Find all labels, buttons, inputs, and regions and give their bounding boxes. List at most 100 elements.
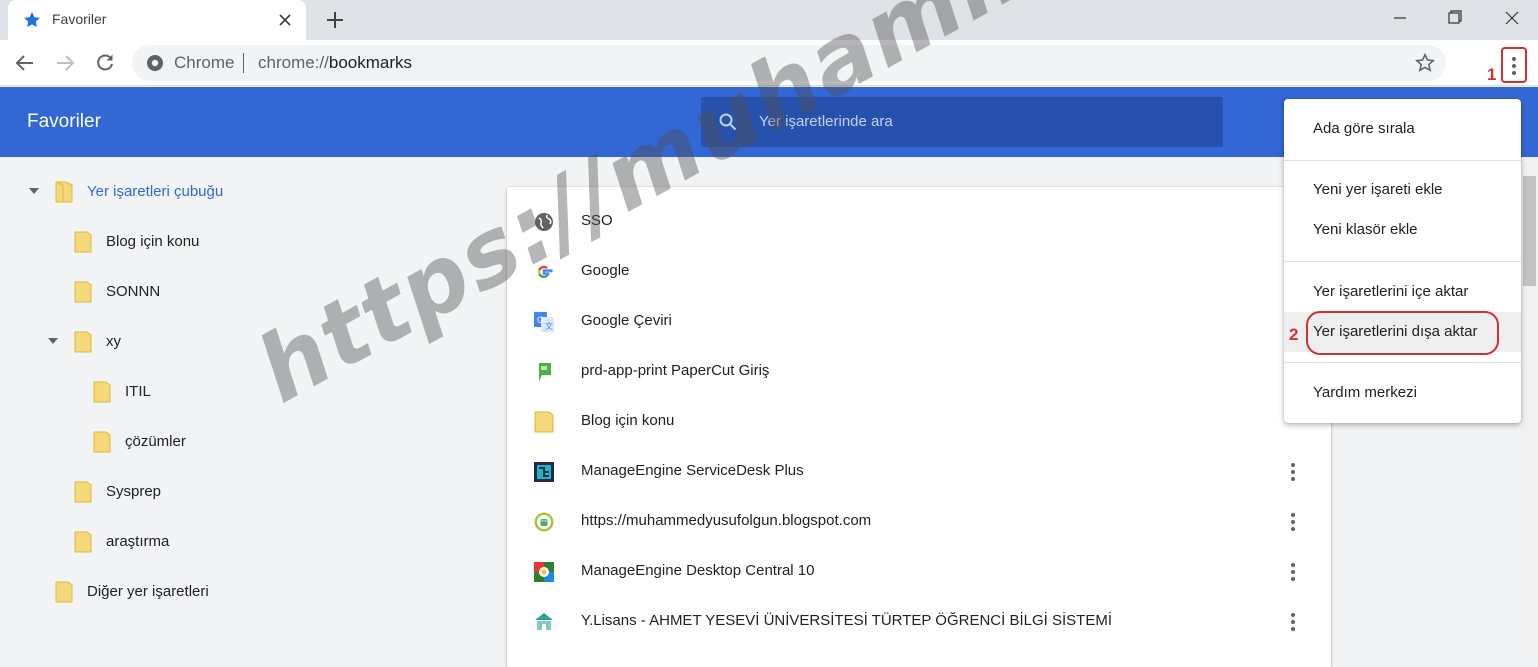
list-item[interactable]: ManageEngine Desktop Central 10 xyxy=(507,547,1331,597)
folder-icon xyxy=(93,381,111,403)
menu-item-import-bookmarks[interactable]: Yer işaretlerini içe aktar xyxy=(1284,272,1521,312)
menu-divider xyxy=(1284,362,1521,363)
sidebar-item-blog[interactable]: Blog için konu xyxy=(74,227,274,257)
url-prefix: chrome:// xyxy=(258,53,329,72)
scrollbar-thumb[interactable] xyxy=(1523,176,1536,286)
menu-item-add-folder[interactable]: Yeni klasör ekle xyxy=(1284,210,1521,250)
list-item[interactable]: Y.Lisans - AHMET YESEVİ ÜNİVERSİTESİ TÜR… xyxy=(507,597,1331,647)
url-host: bookmarks xyxy=(328,53,412,72)
expand-arrow-icon[interactable] xyxy=(48,338,58,344)
menu-item-add-bookmark[interactable]: Yeni yer işareti ekle xyxy=(1284,170,1521,210)
forward-arrow-icon[interactable] xyxy=(52,50,78,76)
menu-divider xyxy=(1284,160,1521,161)
desktop-central-icon xyxy=(534,562,554,582)
sidebar-item-xy[interactable]: xy xyxy=(47,327,247,357)
export-highlight-outline xyxy=(1306,311,1499,355)
folder-icon xyxy=(74,531,92,553)
bookmark-title: SSO xyxy=(581,212,613,229)
close-window-icon[interactable] xyxy=(1489,4,1535,32)
sidebar-item-label: SONNN xyxy=(106,283,161,300)
page-title: Favoriler xyxy=(27,111,101,132)
folder-icon xyxy=(74,331,92,353)
reload-icon[interactable] xyxy=(92,50,118,76)
annotation-step-1: 1 xyxy=(1487,65,1497,84)
list-item[interactable]: Google xyxy=(507,247,1331,297)
bookmark-title: Y.Lisans - AHMET YESEVİ ÜNİVERSİTESİ TÜR… xyxy=(581,612,1112,629)
sidebar-item-label: Yer işaretleri çubuğu xyxy=(87,183,224,200)
menu-item-sort-by-name[interactable]: Ada göre sırala xyxy=(1284,109,1521,149)
bookmark-list: SSO Google G文 Google Çeviri prd-app-prin… xyxy=(507,187,1331,667)
new-tab-icon[interactable] xyxy=(322,7,348,33)
folder-icon xyxy=(534,411,554,433)
menu-item-label: Yardım merkezi xyxy=(1313,384,1417,401)
bookmark-title: Blog için konu xyxy=(581,412,675,429)
sidebar-item-arastirma[interactable]: araştırma xyxy=(74,527,274,557)
bookmark-title: ManageEngine ServiceDesk Plus xyxy=(581,462,804,479)
chrome-menu-button[interactable] xyxy=(1501,47,1527,83)
menu-item-label: Yer işaretlerini içe aktar xyxy=(1313,283,1469,300)
google-translate-icon: G文 xyxy=(534,312,554,332)
address-bar[interactable]: Chrome chrome://bookmarks xyxy=(132,45,1446,81)
sidebar-item-label: Diğer yer işaretleri xyxy=(87,583,209,600)
sidebar-item-label: Blog için konu xyxy=(106,233,200,250)
search-icon xyxy=(719,113,737,131)
papercut-icon xyxy=(537,363,551,381)
sidebar-item-bookmarks-bar[interactable]: Yer işaretleri çubuğu xyxy=(28,177,288,207)
annotation-step-2: 2 xyxy=(1289,325,1299,344)
star-icon xyxy=(24,12,40,28)
sidebar-item-sonnn[interactable]: SONNN xyxy=(74,277,274,307)
menu-divider xyxy=(1284,261,1521,262)
tab-bookmarks[interactable]: Favoriler xyxy=(8,0,306,40)
close-tab-icon[interactable] xyxy=(274,9,296,31)
more-vert-icon[interactable] xyxy=(1283,510,1303,534)
bookmark-title: Google xyxy=(581,262,630,279)
menu-item-label: Yeni klasör ekle xyxy=(1313,221,1418,238)
expand-arrow-icon[interactable] xyxy=(29,188,39,194)
minimize-icon[interactable] xyxy=(1377,4,1423,32)
menu-item-help-center[interactable]: Yardım merkezi xyxy=(1284,373,1521,413)
folder-icon xyxy=(74,481,92,503)
chrome-page-icon xyxy=(147,55,163,71)
list-item[interactable]: SSO xyxy=(507,197,1331,247)
bookmark-title: Google Çeviri xyxy=(581,312,672,329)
organize-menu: Ada göre sırala Yeni yer işareti ekle Ye… xyxy=(1284,99,1521,423)
sidebar-item-itil[interactable]: ITIL xyxy=(93,377,293,407)
folder-icon xyxy=(74,281,92,303)
folder-open-icon xyxy=(55,181,73,203)
sidebar-item-label: ITIL xyxy=(125,383,151,400)
svg-text:G: G xyxy=(537,315,544,325)
sidebar-item-sysprep[interactable]: Sysprep xyxy=(74,477,274,507)
tab-strip: Favoriler xyxy=(0,0,1538,40)
more-vert-icon[interactable] xyxy=(1283,460,1303,484)
globe-icon xyxy=(535,213,553,231)
more-vert-icon[interactable] xyxy=(1283,610,1303,634)
more-vert-icon[interactable] xyxy=(1283,560,1303,584)
list-item[interactable]: G文 Google Çeviri xyxy=(507,297,1331,347)
omnibox-divider xyxy=(243,53,244,73)
tab-title: Favoriler xyxy=(52,11,107,27)
list-item[interactable]: https://muhammedyusufolgun.blogspot.com xyxy=(507,497,1331,547)
bookmark-title: ManageEngine Desktop Central 10 xyxy=(581,562,815,579)
more-vert-icon xyxy=(1503,49,1525,75)
bookmark-title: https://muhammedyusufolgun.blogspot.com xyxy=(581,512,872,529)
sidebar-item-other-bookmarks[interactable]: Diğer yer işaretleri xyxy=(55,577,275,607)
list-item[interactable]: ManageEngine ServiceDesk Plus xyxy=(507,447,1331,497)
sidebar-item-cozumler[interactable]: çözümler xyxy=(93,427,293,457)
google-icon xyxy=(537,265,553,278)
restore-icon[interactable] xyxy=(1431,4,1477,32)
sidebar-item-label: Sysprep xyxy=(106,483,162,500)
sidebar-item-label: çözümler xyxy=(125,433,186,450)
search-placeholder: Yer işaretlerinde ara xyxy=(759,113,893,130)
search-input[interactable]: Yer işaretlerinde ara xyxy=(701,97,1223,147)
back-arrow-icon[interactable] xyxy=(12,50,38,76)
list-item[interactable]: Blog için konu xyxy=(507,397,1331,447)
university-icon xyxy=(535,613,553,630)
url-text: chrome://bookmarks xyxy=(258,53,412,73)
bookmark-star-icon[interactable] xyxy=(1414,52,1436,74)
bookmark-title: prd-app-print PaperCut Giriş xyxy=(581,362,770,379)
servicedesk-icon xyxy=(534,462,554,482)
list-item[interactable]: prd-app-print PaperCut Giriş xyxy=(507,347,1331,397)
menu-item-label: Yeni yer işareti ekle xyxy=(1313,181,1443,198)
page-scheme-label: Chrome xyxy=(174,53,235,72)
android-icon xyxy=(534,512,554,532)
